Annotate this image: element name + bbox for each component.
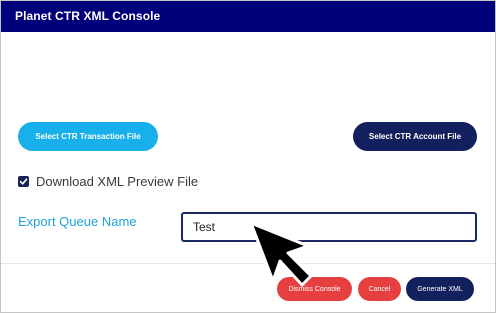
title-bar: Planet CTR XML Console	[1, 1, 495, 32]
select-transaction-file-button[interactable]: Select CTR Transaction File	[18, 122, 158, 151]
checkmark-icon	[19, 177, 28, 185]
xml-console-window: Planet CTR XML Console Select CTR Transa…	[0, 0, 496, 313]
preview-file-option[interactable]: Download XML Preview File	[18, 173, 198, 189]
cancel-button[interactable]: Cancel	[358, 277, 401, 301]
export-queue-name-input[interactable]	[181, 212, 477, 242]
select-account-file-button[interactable]: Select CTR Account File	[353, 122, 477, 151]
preview-file-checkbox[interactable]	[18, 175, 29, 187]
preview-file-label: Download XML Preview File	[36, 173, 199, 189]
export-queue-name-label: Export Queue Name	[18, 214, 137, 229]
mouse-pointer-arrow-icon	[249, 221, 313, 287]
generate-xml-button[interactable]: Generate XML	[406, 277, 474, 301]
window-title: Planet CTR XML Console	[15, 9, 161, 23]
